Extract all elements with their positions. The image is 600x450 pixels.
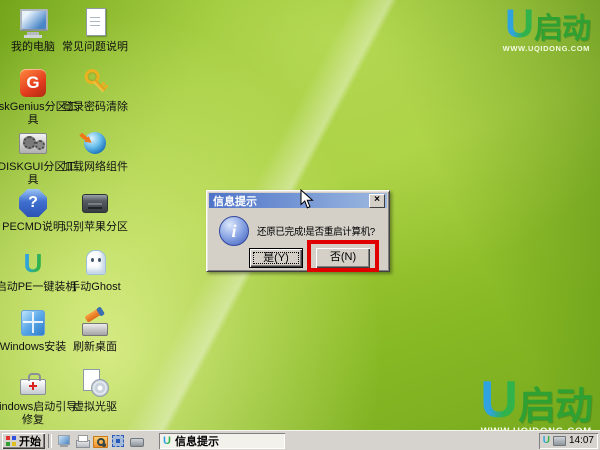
taskbar-separator <box>48 434 52 448</box>
globe-arrow-icon <box>78 126 112 160</box>
start-logo-icon <box>6 436 16 446</box>
logo-name-text: 启动 <box>518 388 592 426</box>
window-button-label: 信息提示 <box>175 433 219 449</box>
desktop-icon-my-computer[interactable]: 我的电脑 <box>2 6 64 66</box>
info-icon: i <box>219 216 249 246</box>
uqidong-tray-icon[interactable]: U <box>543 435 550 446</box>
diskgenius-icon: G <box>16 66 50 100</box>
icon-label: 登录密码清除 <box>50 101 140 114</box>
desktop-icon-refresh-desktop[interactable]: 刷新桌面 <box>64 306 126 366</box>
uqidong-logo-top: U 启动 WWW.UQIDONG.COM <box>503 4 590 53</box>
desktop-background: U 启动 WWW.UQIDONG.COM U 启动 WWW.UQIDONG.CO… <box>0 0 600 450</box>
desktop-icon-faq-readme[interactable]: 常见问题说明 <box>64 6 126 66</box>
u-logo-glyph: U <box>480 374 518 426</box>
u-logo-icon: U <box>16 246 50 280</box>
desktop-icon-boot-repair[interactable]: Windows启动引导修复 <box>2 366 64 426</box>
mouse-cursor <box>300 189 314 210</box>
icon-label: 刷新桌面 <box>50 341 140 354</box>
show-desktop-icon[interactable] <box>56 433 72 449</box>
dialog-message: 还原已完成!是否重启计算机? <box>257 223 375 238</box>
disc-document-icon <box>78 366 112 400</box>
icon-label: 常见问题说明 <box>50 41 140 54</box>
icon-label: 虚拟光驱 <box>50 401 140 414</box>
desktop-icon-virtual-cd[interactable]: 虚拟光驱 <box>64 366 126 426</box>
dialog-titlebar[interactable]: 信息提示 × <box>209 193 387 208</box>
logo-name-text: 启动 <box>534 15 590 44</box>
desktop-icon-password-clear[interactable]: 登录密码清除 <box>64 66 126 126</box>
yes-button[interactable]: 是(Y) <box>249 248 303 268</box>
desktop-icon-network[interactable]: 加载网络组件 <box>64 126 126 186</box>
icon-label: 手动Ghost <box>50 281 140 294</box>
printer-icon[interactable] <box>74 433 90 449</box>
uqidong-logo-bottom: U 启动 WWW.UQIDONG.COM <box>480 374 592 437</box>
file-search-icon[interactable] <box>92 433 108 449</box>
start-label: 开始 <box>19 433 41 449</box>
display-properties-icon[interactable] <box>110 433 126 449</box>
close-icon[interactable]: × <box>369 194 385 208</box>
question-octagon-icon: ? <box>16 186 50 220</box>
start-button[interactable]: 开始 <box>2 433 45 449</box>
hard-drive-icon <box>78 186 112 220</box>
u-logo-icon: U <box>163 435 171 447</box>
desktop-icon-apple-partition[interactable]: 识别苹果分区 <box>64 186 126 246</box>
system-tray: U 14:07 <box>539 433 598 449</box>
desktop-icon-upe-install[interactable]: U u启动PE一键装机 <box>2 246 64 306</box>
icon-label: 加载网络组件 <box>50 161 140 174</box>
desktop-icon-diskgenius[interactable]: G DiskGenius分区工具 <box>2 66 64 126</box>
desktop-icon-windows-setup[interactable]: Windows安装 <box>2 306 64 366</box>
storage-device-icon[interactable] <box>128 433 144 449</box>
icon-label: 识别苹果分区 <box>50 221 140 234</box>
document-icon <box>78 6 112 40</box>
key-icon <box>78 66 112 100</box>
desktop-icon-gdiskgui[interactable]: GDISKGUI分区工具 <box>2 126 64 186</box>
ghost-icon <box>78 246 112 280</box>
tray-clock: 14:07 <box>569 435 594 446</box>
logo-site-text: WWW.UQIDONG.COM <box>503 45 590 53</box>
window-pane-icon <box>16 306 50 340</box>
taskbar: 开始 U 信息提示 U 14:07 <box>0 430 600 450</box>
info-dialog: 信息提示 × i 还原已完成!是否重启计算机? 是(Y) 否(N) <box>206 190 390 272</box>
u-logo-glyph: U <box>505 4 534 44</box>
dialog-title: 信息提示 <box>213 193 369 209</box>
taskbar-window-button[interactable]: U 信息提示 <box>159 433 285 449</box>
hardware-tray-icon[interactable] <box>553 436 566 446</box>
drive-gears-icon <box>16 126 50 160</box>
toolbox-cross-icon <box>16 366 50 400</box>
brush-drive-icon <box>78 306 112 340</box>
desktop-icon-grid: 我的电脑 常见问题说明 G DiskGenius分区工具 登录密码清除 GDIS… <box>2 6 126 426</box>
computer-icon <box>16 6 50 40</box>
desktop-icon-pecmd[interactable]: ? PECMD说明 <box>2 186 64 246</box>
no-button[interactable]: 否(N) <box>316 248 370 268</box>
desktop-icon-manual-ghost[interactable]: 手动Ghost <box>64 246 126 306</box>
